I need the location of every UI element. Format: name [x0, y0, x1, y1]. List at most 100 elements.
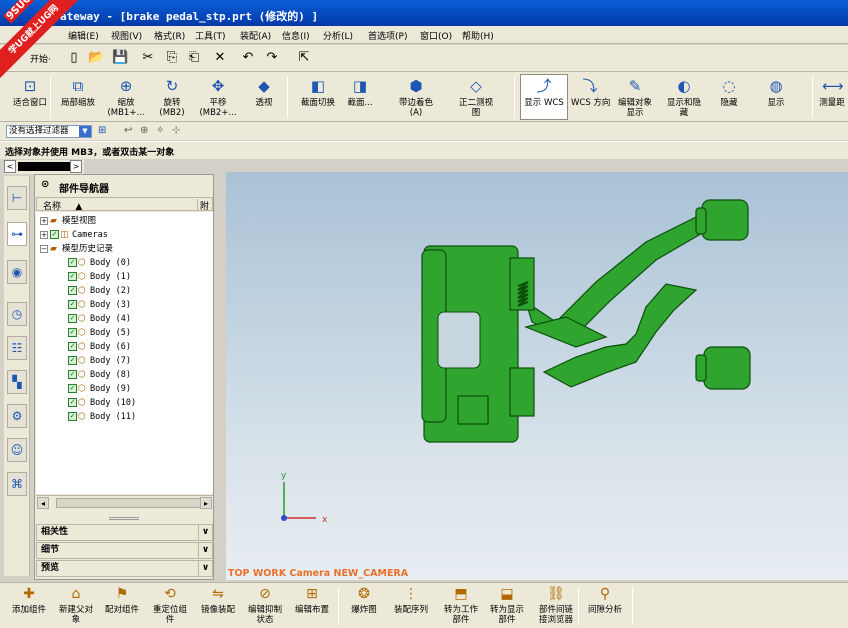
tree-node[interactable]: ✓ ⬡ Body (11) — [68, 410, 136, 424]
tree-node[interactable]: ✓ ⬡ Body (0) — [68, 256, 131, 270]
expand-icon[interactable]: + — [40, 230, 48, 239]
tree-node[interactable]: ✓ ⬡ Body (5) — [68, 326, 131, 340]
assembly-button[interactable]: ⚲ 间隙分析 — [584, 585, 626, 627]
web-browser-icon[interactable]: ⌘ — [7, 472, 27, 496]
expand-right-icon[interactable]: > — [70, 160, 82, 173]
redo-icon[interactable]: ↷ — [264, 50, 280, 66]
assembly-button[interactable]: ⚑ 配对组件 — [100, 585, 144, 627]
process-studio-icon[interactable]: ⚙ — [7, 404, 27, 428]
checkbox-icon[interactable]: ✓ — [50, 230, 59, 239]
tree-node[interactable]: + ✓ ◫ Cameras — [40, 228, 108, 242]
scroll-thumb[interactable] — [56, 498, 206, 508]
scroll-left-icon[interactable]: ◂ — [37, 497, 49, 509]
tree-node[interactable]: ✓ ⬡ Body (2) — [68, 284, 131, 298]
tree-node[interactable]: ✓ ⬡ Body (3) — [68, 298, 131, 312]
part-navigator-icon[interactable]: ⊶ — [7, 222, 27, 246]
view-button[interactable]: ✎ 编辑对象 显示 — [612, 74, 658, 120]
assembly-button[interactable]: ⛓ 部件间链 接浏览器 — [532, 585, 580, 627]
expand-icon[interactable]: + — [40, 216, 48, 225]
tree-node[interactable]: ✓ ⬡ Body (9) — [68, 382, 131, 396]
brake-pedal-model[interactable]: x y — [226, 172, 848, 580]
checkbox-icon[interactable]: ✓ — [68, 286, 77, 295]
menu-item[interactable]: 首选项(P) — [368, 29, 407, 42]
assembly-button[interactable]: ⇋ 镜像装配 — [196, 585, 240, 627]
horizontal-scrollbar[interactable]: ◂ ▸ — [36, 495, 213, 509]
select-icon[interactable]: ⇱ — [296, 50, 312, 66]
view-button[interactable]: ◐ 显示和隐 藏 — [660, 74, 708, 120]
chevron-down-icon[interactable]: ∨ — [198, 525, 212, 540]
column-name[interactable]: 名称 ▲ — [43, 199, 82, 212]
chevron-down-icon[interactable]: ∨ — [198, 561, 212, 576]
chevron-down-icon[interactable]: ∨ — [198, 543, 212, 558]
copy-icon[interactable]: ⎘ — [164, 50, 180, 66]
tree-node[interactable]: + ▰ 模型视图 — [40, 214, 96, 228]
assembly-button[interactable]: ⊘ 编辑抑制 状态 — [244, 585, 286, 627]
assembly-button[interactable]: ⬓ 转为显示 部件 — [486, 585, 528, 627]
checkbox-icon[interactable]: ✓ — [68, 384, 77, 393]
checkbox-icon[interactable]: ✓ — [68, 314, 77, 323]
system-materials-icon[interactable]: ☷ — [7, 336, 27, 360]
assembly-button[interactable]: ⬒ 转为工作 部件 — [440, 585, 482, 627]
assembly-button[interactable]: ⟲ 重定位组 件 — [148, 585, 192, 627]
view-button[interactable]: ⊡ 适合窗口 — [8, 74, 52, 120]
view-button[interactable]: ◧ 截面切换 — [294, 74, 342, 120]
assembly-button[interactable]: ✚ 添加组件 — [6, 585, 52, 627]
checkbox-icon[interactable]: ✓ — [68, 258, 77, 267]
assembly-button[interactable]: ❂ 爆炸图 — [344, 585, 384, 627]
view-button[interactable]: ⧉ 局部缩放 — [56, 74, 100, 120]
delete-icon[interactable]: ✕ — [212, 50, 228, 66]
checkbox-icon[interactable]: ✓ — [68, 398, 77, 407]
graphics-window[interactable]: x y TOP WORK Camera NEW_CAMERA — [226, 172, 848, 580]
view-button[interactable]: ⟷ 测量距 — [816, 74, 848, 120]
cut-icon[interactable]: ✂ — [140, 50, 156, 66]
panel-preview[interactable]: 预览 ∨ — [36, 560, 213, 577]
select-mode-icon[interactable]: ⊞ — [98, 125, 106, 136]
splitter-grip[interactable] — [109, 517, 139, 520]
resource-bar-slider[interactable] — [18, 162, 72, 171]
point-icon[interactable]: ⊹ — [172, 125, 180, 136]
pick-icon[interactable]: ✧ — [156, 125, 164, 136]
pin-icon[interactable]: ⊙ — [41, 179, 49, 190]
assembly-button[interactable]: ⋮ 装配序列 — [388, 585, 434, 627]
reuse-library-icon[interactable]: ◉ — [7, 260, 27, 284]
tree-node[interactable]: ✓ ⬡ Body (8) — [68, 368, 131, 382]
menu-item[interactable]: 窗口(O) — [420, 29, 452, 42]
save-icon[interactable]: 💾 — [112, 50, 128, 66]
checkbox-icon[interactable]: ✓ — [68, 272, 77, 281]
tree-node[interactable]: ✓ ⬡ Body (7) — [68, 354, 131, 368]
view-button[interactable]: ⊕ 缩放 (MB1+... — [104, 74, 148, 120]
navigator-column-header[interactable]: 名称 ▲ 附注 — [36, 197, 213, 225]
checkbox-icon[interactable]: ✓ — [68, 356, 77, 365]
view-button[interactable]: ◍ 显示 — [756, 74, 796, 120]
paste-icon[interactable]: ⎗ — [186, 50, 202, 66]
selection-filter-dropdown[interactable]: 没有选择过滤器 ▼ — [6, 125, 92, 138]
checkbox-icon[interactable]: ✓ — [68, 412, 77, 421]
menu-item[interactable]: 帮助(H) — [462, 29, 494, 42]
undo-icon[interactable]: ↶ — [240, 50, 256, 66]
chevron-down-icon[interactable]: ▼ — [79, 126, 91, 137]
checkbox-icon[interactable]: ✓ — [68, 328, 77, 337]
arrow-icon[interactable]: ↩ — [124, 125, 132, 136]
menu-item[interactable]: 装配(A) — [240, 29, 271, 42]
menu-item[interactable]: 分析(L) — [323, 29, 353, 42]
view-button[interactable]: ✥ 平移 (MB2+... — [196, 74, 240, 120]
scroll-right-icon[interactable]: ▸ — [200, 497, 212, 509]
view-button[interactable]: ◆ 透视 — [244, 74, 284, 120]
view-button[interactable]: ⬢ 带边着色 (A) — [392, 74, 440, 120]
palette-icon[interactable]: ▚ — [7, 370, 27, 394]
panel-details[interactable]: 细节 ∨ — [36, 542, 213, 559]
tree-node[interactable]: ✓ ⬡ Body (10) — [68, 396, 136, 410]
open-icon[interactable]: 📂 — [88, 50, 104, 66]
tree-node[interactable]: ✓ ⬡ Body (4) — [68, 312, 131, 326]
view-button[interactable]: ◇ 正二测视 图 — [448, 74, 504, 120]
menu-item[interactable]: 格式(R) — [154, 29, 185, 42]
menu-item[interactable]: 工具(T) — [195, 29, 226, 42]
roles-icon[interactable]: ☺ — [7, 438, 27, 462]
collapse-left-icon[interactable]: < — [4, 160, 16, 173]
assembly-button[interactable]: ⌂ 新建父对 象 — [54, 585, 98, 627]
menu-item[interactable]: 信息(I) — [282, 29, 310, 42]
view-button[interactable]: ◌ 隐藏 — [710, 74, 748, 120]
tree-node[interactable]: ✓ ⬡ Body (6) — [68, 340, 131, 354]
checkbox-icon[interactable]: ✓ — [68, 342, 77, 351]
view-button[interactable]: ◨ 截面... — [340, 74, 380, 120]
